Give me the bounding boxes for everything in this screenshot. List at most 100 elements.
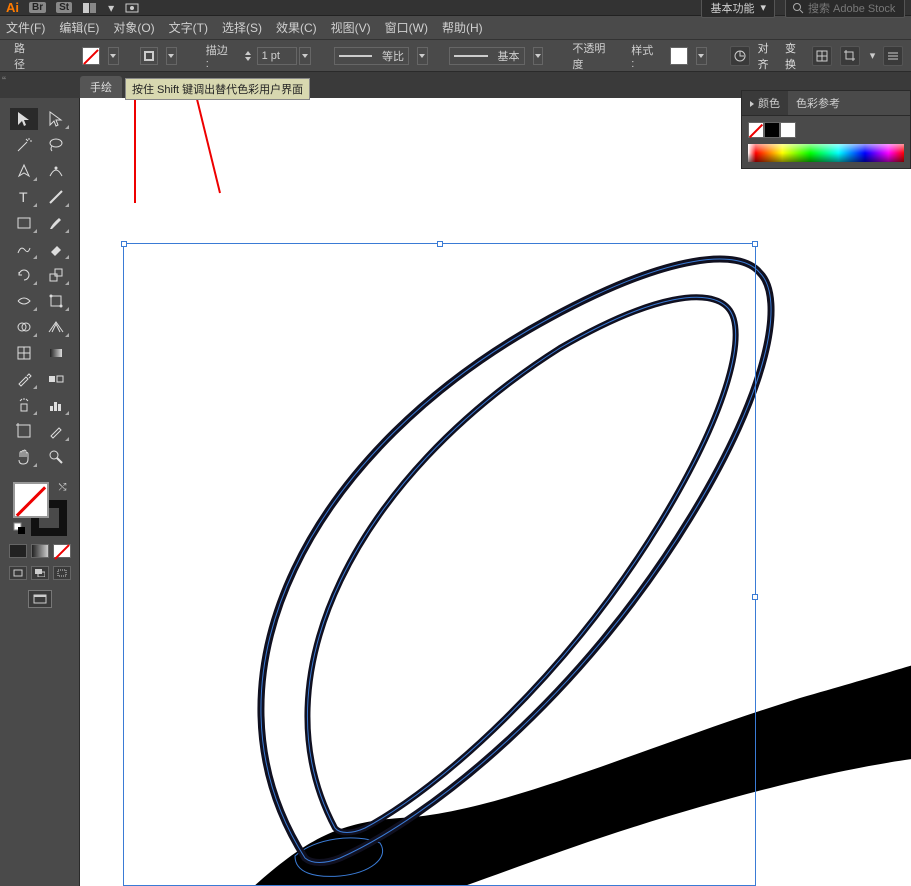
style-label: 样式 :	[625, 42, 662, 70]
rectangle-tool[interactable]	[10, 212, 38, 234]
isolate-button[interactable]	[812, 46, 832, 66]
magic-wand-tool[interactable]	[10, 134, 38, 156]
crop-image-button[interactable]	[840, 46, 860, 66]
opacity-label[interactable]: 不透明度	[566, 40, 617, 72]
brush-def-dropdown[interactable]	[533, 47, 544, 65]
fill-swatch[interactable]	[82, 47, 100, 65]
scale-tool[interactable]	[42, 264, 70, 286]
width-tool[interactable]	[10, 290, 38, 312]
line-segment-tool[interactable]	[42, 186, 70, 208]
menu-effect[interactable]: 效果(C)	[276, 19, 317, 36]
menu-select[interactable]: 选择(S)	[222, 19, 262, 36]
variable-width-profile[interactable]: 等比	[334, 47, 409, 65]
type-tool[interactable]: T	[10, 186, 38, 208]
symbol-sprayer-tool[interactable]	[10, 394, 38, 416]
handle-nw[interactable]	[121, 241, 127, 247]
menu-object[interactable]: 对象(O)	[113, 19, 154, 36]
panel-fill-swatch[interactable]	[748, 122, 764, 138]
drawing-mode-row	[9, 566, 71, 580]
brush-def-label: 基本	[498, 48, 520, 64]
arrange-dropdown-icon[interactable]: ▾	[108, 1, 114, 15]
search-stock-input[interactable]: 搜索 Adobe Stock	[785, 0, 905, 18]
paintbrush-tool[interactable]	[42, 212, 70, 234]
menu-type[interactable]: 文字(T)	[169, 19, 208, 36]
fill-dropdown[interactable]	[108, 47, 119, 65]
artboard-tool[interactable]	[10, 420, 38, 442]
stroke-weight-stepper[interactable]	[245, 47, 255, 65]
swap-fill-stroke-icon[interactable]: ⤭	[59, 482, 67, 493]
menu-help[interactable]: 帮助(H)	[442, 19, 483, 36]
recolor-artwork-button[interactable]	[730, 46, 750, 66]
panel-collapse-grip[interactable]: “	[2, 74, 6, 88]
workspace-switcher[interactable]: 基本功能 ▾	[701, 0, 775, 18]
color-panel: 颜色 色彩参考	[741, 90, 911, 169]
selection-tool[interactable]	[10, 108, 38, 130]
graphic-style-swatch[interactable]	[670, 47, 688, 65]
panel-swatch-white[interactable]	[780, 122, 796, 138]
fill-color-box[interactable]	[13, 482, 49, 518]
gpu-preview-icon[interactable]	[124, 2, 140, 14]
document-tab[interactable]: 手绘	[80, 76, 122, 98]
bridge-badge[interactable]: Br	[29, 2, 46, 13]
shaper-tool[interactable]	[10, 238, 38, 260]
screen-mode-button[interactable]	[28, 590, 52, 608]
rotate-tool[interactable]	[10, 264, 38, 286]
stroke-swatch[interactable]	[140, 47, 158, 65]
slice-tool[interactable]	[42, 420, 70, 442]
fill-stroke-indicator[interactable]: ⤭	[13, 482, 67, 536]
transform-panel-link[interactable]: 变换	[785, 40, 804, 72]
chevron-down-icon[interactable]: ▾	[870, 49, 876, 62]
selection-type-label: 路径	[8, 40, 39, 72]
default-fill-stroke-icon[interactable]	[13, 522, 27, 536]
handle-n[interactable]	[437, 241, 443, 247]
pen-tool[interactable]	[10, 160, 38, 182]
handle-e[interactable]	[752, 594, 758, 600]
stroke-panel-label[interactable]: 描边 :	[200, 42, 237, 70]
hand-tool[interactable]	[10, 446, 38, 468]
menu-view[interactable]: 视图(V)	[331, 19, 371, 36]
menu-edit[interactable]: 编辑(E)	[59, 19, 99, 36]
more-options-button[interactable]	[883, 46, 903, 66]
lasso-tool[interactable]	[42, 134, 70, 156]
shape-builder-tool[interactable]	[10, 316, 38, 338]
draw-normal-icon[interactable]	[9, 566, 27, 580]
color-mode-gradient[interactable]	[31, 544, 49, 558]
blend-tool[interactable]	[42, 368, 70, 390]
brush-definition[interactable]: 基本	[449, 47, 524, 65]
menu-file[interactable]: 文件(F)	[6, 19, 45, 36]
color-mode-solid[interactable]	[9, 544, 27, 558]
align-panel-link[interactable]: 对齐	[758, 40, 777, 72]
menu-window[interactable]: 窗口(W)	[385, 19, 428, 36]
direct-selection-tool[interactable]	[42, 108, 70, 130]
eyedropper-tool[interactable]	[10, 368, 38, 390]
stroke-weight-value[interactable]: 1 pt	[257, 47, 297, 65]
perspective-grid-tool[interactable]	[42, 316, 70, 338]
color-tab[interactable]: 颜色	[742, 91, 788, 115]
mesh-tool[interactable]	[10, 342, 38, 364]
color-guide-tab[interactable]: 色彩参考	[788, 91, 848, 115]
column-graph-tool[interactable]	[42, 394, 70, 416]
canvas[interactable]	[80, 98, 911, 886]
selection-bounding-box[interactable]	[123, 243, 756, 886]
handle-ne[interactable]	[752, 241, 758, 247]
zoom-tool[interactable]	[42, 446, 70, 468]
color-spectrum[interactable]	[748, 144, 904, 162]
eraser-tool[interactable]	[42, 238, 70, 260]
color-mode-none[interactable]	[53, 544, 71, 558]
free-transform-tool[interactable]	[42, 290, 70, 312]
control-bar: 路径 描边 : 1 pt 等比 基本 不透明度 样式 : 对齐 变换 ▾	[0, 40, 911, 72]
panel-swatch-row	[748, 122, 904, 138]
draw-inside-icon[interactable]	[53, 566, 71, 580]
stock-badge[interactable]: St	[56, 2, 72, 13]
stroke-weight-dropdown[interactable]	[299, 47, 311, 65]
graphic-style-dropdown[interactable]	[696, 47, 707, 65]
curvature-tool[interactable]	[42, 160, 70, 182]
arrange-documents-icon[interactable]	[82, 2, 98, 14]
gradient-tool[interactable]	[42, 342, 70, 364]
variable-width-dropdown[interactable]	[417, 47, 428, 65]
draw-behind-icon[interactable]	[31, 566, 49, 580]
panel-stroke-swatch-black[interactable]	[764, 122, 780, 138]
stroke-dropdown[interactable]	[166, 47, 177, 65]
color-guide-tab-label: 色彩参考	[796, 98, 840, 110]
application-bar: Ai Br St ▾ 基本功能 ▾ 搜索 Adobe Stock	[0, 0, 911, 16]
